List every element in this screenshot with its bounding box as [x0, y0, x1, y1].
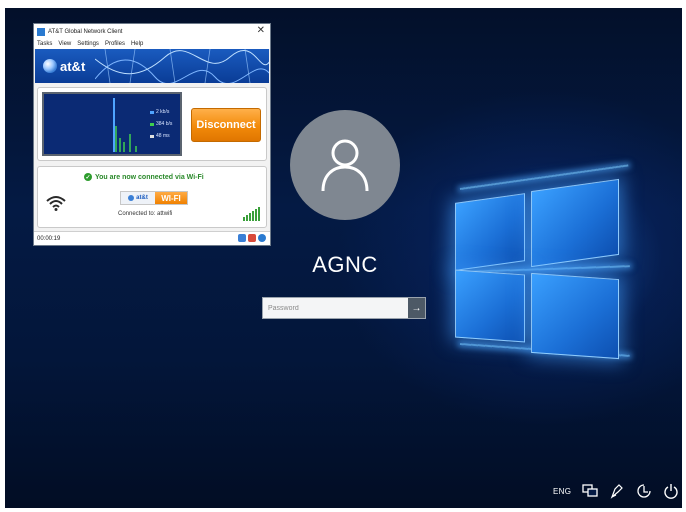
- traffic-graph: 2 kb/s 384 b/s 48 ms: [42, 92, 182, 156]
- menu-item-view[interactable]: View: [58, 41, 71, 47]
- att-logo: at&t: [43, 59, 85, 74]
- elapsed-time: 00:00:19: [37, 235, 61, 242]
- submit-button[interactable]: →: [408, 298, 425, 318]
- att-menubar: Tasks View Settings Profiles Help: [34, 39, 270, 49]
- username-label: AGNC: [312, 252, 378, 277]
- att-globe-icon: [43, 59, 57, 73]
- app-icon: [37, 27, 45, 36]
- wifi-icon: [46, 196, 66, 211]
- menu-item-tasks[interactable]: Tasks: [37, 41, 52, 47]
- windows-logo-pane: [455, 193, 525, 271]
- banner-decoration: [95, 49, 269, 83]
- att-banner: at&t: [35, 49, 269, 83]
- usage-panel: 2 kb/s 384 b/s 48 ms Disconnect: [37, 87, 267, 161]
- checkmark-icon: ✓: [84, 173, 92, 181]
- status-icons: [238, 234, 266, 242]
- menu-item-help[interactable]: Help: [131, 41, 143, 47]
- close-icon[interactable]: ✕: [257, 25, 265, 36]
- connected-network: Connected to: attwifi: [118, 211, 173, 217]
- att-window-titlebar[interactable]: AT&T Global Network Client ✕: [34, 24, 270, 39]
- badge-brand: at&t: [121, 192, 155, 204]
- windows-logo-pane: [531, 272, 619, 360]
- connection-status: ✓ You are now connected via Wi-Fi: [84, 173, 204, 181]
- password-input[interactable]: [263, 298, 408, 318]
- disconnect-button[interactable]: Disconnect: [191, 108, 261, 142]
- arrow-right-icon: →: [411, 302, 422, 314]
- user-icon: [321, 139, 369, 192]
- legend-download: 2 kb/s: [156, 109, 170, 115]
- globe-icon[interactable]: [258, 234, 266, 242]
- badge-type: WI-FI: [155, 192, 187, 204]
- att-globe-icon: [128, 195, 135, 201]
- connection-panel: ✓ You are now connected via Wi-Fi at&t W…: [37, 166, 267, 228]
- windows-logo: [455, 173, 620, 368]
- legend-latency: 48 ms: [156, 133, 170, 139]
- shield-icon[interactable]: [248, 234, 256, 242]
- att-client-window: AT&T Global Network Client ✕ Tasks View …: [33, 23, 271, 246]
- legend-upload: 384 b/s: [156, 121, 173, 127]
- windows-logo-pane: [455, 269, 525, 343]
- connection-status-text: You are now connected via Wi-Fi: [95, 173, 204, 181]
- pen-icon[interactable]: [609, 483, 625, 499]
- lock-screen-tray: ENG: [553, 483, 679, 499]
- menu-item-profiles[interactable]: Profiles: [105, 41, 125, 47]
- thumbs-up-icon[interactable]: [238, 234, 246, 242]
- language-indicator[interactable]: ENG: [553, 487, 571, 496]
- user-avatar: [290, 110, 400, 220]
- password-box: →: [262, 297, 426, 319]
- signal-strength-icon: [243, 207, 260, 221]
- traffic-bars: [113, 98, 137, 152]
- power-icon[interactable]: [663, 483, 679, 499]
- network-icon[interactable]: [582, 483, 598, 499]
- att-statusbar: 00:00:19: [34, 231, 270, 245]
- menu-item-settings[interactable]: Settings: [77, 41, 99, 47]
- graph-legend: 2 kb/s 384 b/s 48 ms: [150, 106, 172, 142]
- windows-logo-pane: [531, 178, 619, 268]
- connection-type-badge: at&t WI-FI: [120, 191, 188, 205]
- att-window-title: AT&T Global Network Client: [48, 28, 123, 35]
- accessibility-icon[interactable]: [636, 483, 652, 499]
